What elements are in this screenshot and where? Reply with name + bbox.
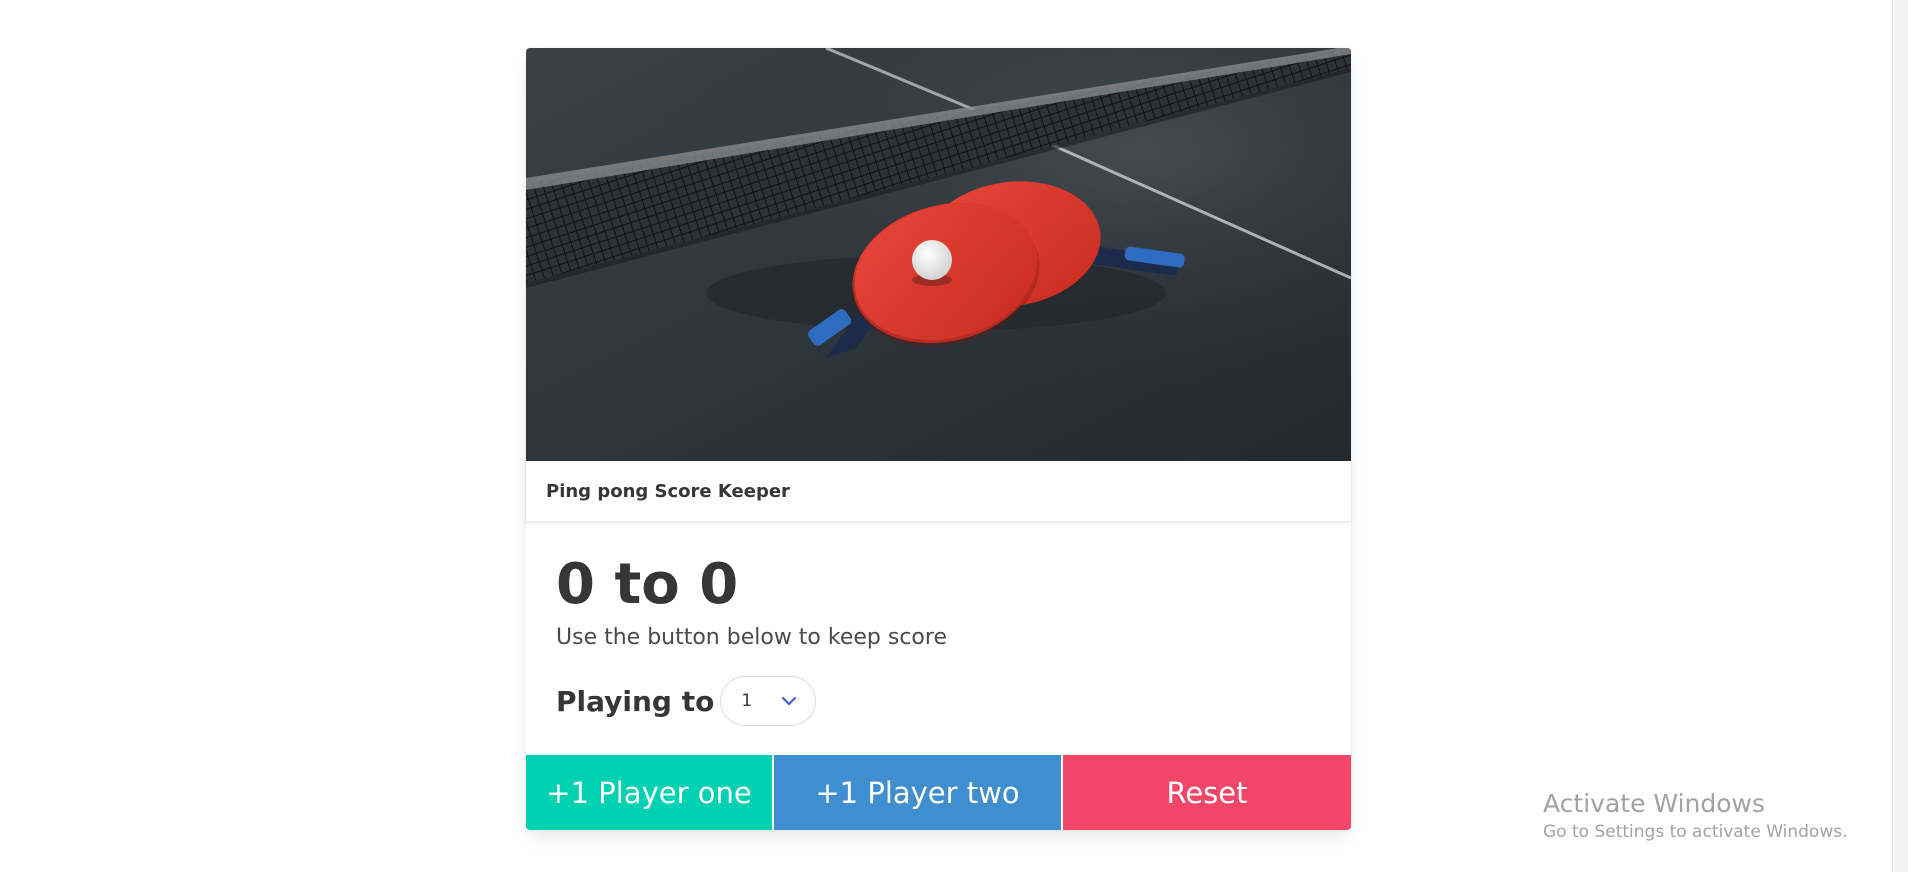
playing-to-label: Playing to [556,684,715,718]
card-header-title: Ping pong Score Keeper [546,480,790,502]
activate-windows-title: Activate Windows [1543,789,1765,818]
score-display: 0 to 0 [556,552,739,617]
card-content: 0 to 0 Use the button below to keep scor… [526,521,1351,755]
card-image [526,48,1351,461]
reset-button[interactable]: Reset [1063,755,1351,830]
activate-windows-watermark: Activate Windows Go to Settings to activ… [1543,789,1848,842]
card-footer: +1 Player one +1 Player two Reset [526,755,1351,830]
score-subtitle: Use the button below to keep score [556,625,947,650]
activate-windows-subtitle: Go to Settings to activate Windows. [1543,822,1848,842]
playing-to-row: Playing to 1 [556,676,1321,726]
score-keeper-card: Ping pong Score Keeper 0 to 0 Use the bu… [526,48,1351,830]
card-header: Ping pong Score Keeper [526,461,1351,521]
page-scrollbar[interactable] [1892,0,1908,872]
player-two-button[interactable]: +1 Player two [774,755,1061,830]
ping-pong-paddles-image [526,48,1351,461]
chevron-down-icon [781,693,797,713]
playing-to-select[interactable]: 1 [720,676,817,726]
playing-to-value: 1 [741,691,753,711]
player-one-button[interactable]: +1 Player one [526,755,772,830]
